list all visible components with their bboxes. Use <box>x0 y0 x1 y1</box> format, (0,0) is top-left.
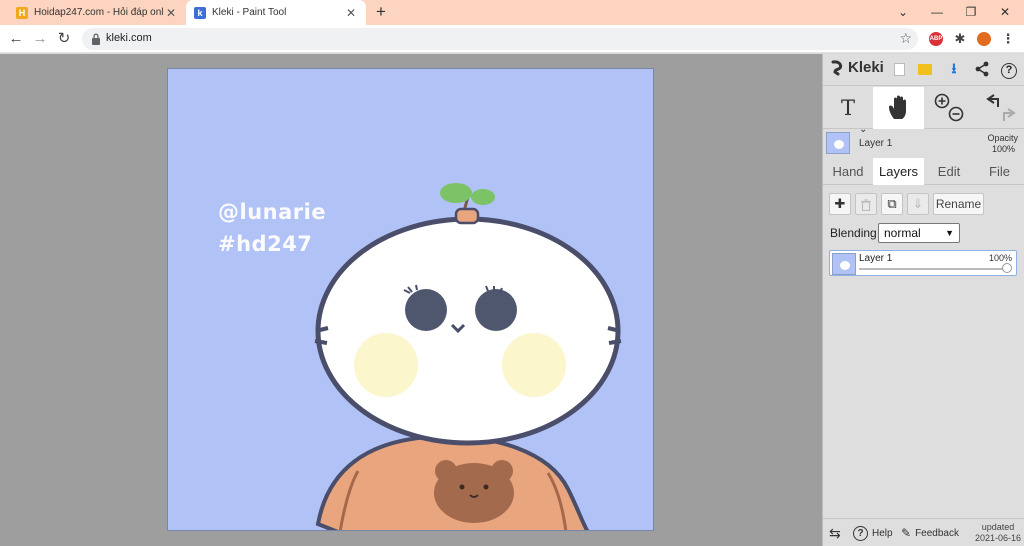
kleki-favicon-icon: k <box>194 6 206 19</box>
browser-tab-hoidap[interactable]: H Hoidap247.com - Hỏi đáp online ✕ <box>8 0 186 25</box>
layer-name: Layer 1 <box>859 253 893 264</box>
blending-label: Blending <box>830 226 877 240</box>
share-icon[interactable] <box>972 58 992 78</box>
tab-edit[interactable]: Edit <box>924 158 974 185</box>
download-icon[interactable]: ⭳ <box>944 58 964 78</box>
current-layer-name: Layer 1 <box>859 138 893 149</box>
text-tool-button[interactable]: T ⌄ <box>823 87 873 135</box>
browser-tab-strip: H Hoidap247.com - Hỏi đáp online ✕ k Kle… <box>0 0 1024 25</box>
bookmark-star-icon[interactable]: ☆ <box>899 30 912 47</box>
drawing-canvas[interactable]: @lunarie #hd247 <box>167 68 654 531</box>
back-arrow-icon[interactable]: ← <box>6 29 26 49</box>
updated-note[interactable]: updated 2021-06-16 <box>975 522 1021 544</box>
url-text: kleki.com <box>106 32 152 44</box>
tab-title: Kleki - Paint Tool <box>212 7 287 18</box>
merge-layer-button[interactable]: ⇓ <box>907 193 929 215</box>
layer-opacity-track[interactable] <box>859 268 1007 270</box>
layer-opacity-slider-handle[interactable] <box>1002 263 1012 273</box>
tab-hand[interactable]: Hand <box>823 158 873 185</box>
opacity-value: 100% <box>991 144 1015 154</box>
new-file-icon[interactable] <box>889 58 909 78</box>
layer-opacity-value: 100% <box>988 253 1012 263</box>
trash-icon <box>861 198 871 211</box>
blending-select[interactable]: normal ▼ <box>878 223 960 243</box>
kleki-logo[interactable]: Kleki <box>829 59 884 76</box>
adblock-icon[interactable]: ABP <box>929 32 943 46</box>
reload-icon[interactable]: ↻ <box>54 29 74 49</box>
profile-avatar[interactable] <box>977 32 991 46</box>
tool-row: T ⌄ <box>823 87 1024 135</box>
minimize-window-button[interactable]: — <box>920 0 954 25</box>
help-icon[interactable]: ? <box>999 58 1019 79</box>
browser-tab-kleki[interactable]: k Kleki - Paint Tool ✕ <box>186 0 366 25</box>
kleki-logo-icon <box>831 59 843 75</box>
blending-value: normal <box>884 226 921 240</box>
hand-tool-button[interactable] <box>873 87 924 129</box>
tab-layers[interactable]: Layers <box>873 158 924 185</box>
watermark-handle: @lunarie <box>218 200 327 224</box>
tab-title: Hoidap247.com - Hỏi đáp online <box>34 7 164 18</box>
puzzle-icon[interactable]: ✱ <box>953 32 967 46</box>
pencil-icon: ✎ <box>901 526 912 540</box>
rename-layer-button[interactable]: Rename <box>933 193 984 215</box>
duplicate-layer-button[interactable]: ⧉ <box>881 193 903 215</box>
updated-date: 2021-06-16 <box>974 533 1021 543</box>
feedback-label: Feedback <box>915 527 959 539</box>
close-tab-icon[interactable]: ✕ <box>344 6 358 20</box>
help-icon: ? <box>853 525 868 541</box>
chevron-down-icon: ▼ <box>945 228 954 238</box>
open-folder-icon[interactable] <box>915 58 935 78</box>
tool-panel: Kleki ⭳ ? T ⌄ Layer 1 Opacity 100% Hand … <box>822 54 1024 546</box>
help-label: Help <box>872 527 893 539</box>
add-layer-button[interactable]: ✚ <box>829 193 851 215</box>
feedback-button[interactable]: ✎ Feedback <box>901 519 959 546</box>
zoom-tool-button[interactable] <box>924 87 974 129</box>
zoom-in-out-icon <box>934 93 964 122</box>
layer-thumbnail <box>826 132 850 154</box>
close-window-button[interactable]: ✕ <box>988 0 1022 25</box>
swap-arrows-icon: ⇆ <box>829 524 841 541</box>
app-name: Kleki <box>848 59 884 76</box>
tab-file[interactable]: File <box>974 158 1024 185</box>
layer-thumbnail <box>832 253 856 275</box>
brand-row: Kleki ⭳ ? <box>823 54 1024 86</box>
updated-label: updated <box>981 522 1015 532</box>
panel-tabs: Hand Layers Edit File <box>823 158 1024 185</box>
undo-redo-icon <box>985 94 1016 121</box>
hoidap-favicon-icon: H <box>16 6 28 19</box>
new-tab-button[interactable]: + <box>372 3 390 21</box>
watermark-tag: #hd247 <box>218 232 313 256</box>
current-layer-header: Layer 1 Opacity 100% <box>823 130 1024 157</box>
opacity-label: Opacity <box>987 133 1018 143</box>
hand-icon <box>888 95 906 119</box>
tab-search-icon[interactable]: ⌄ <box>886 0 920 25</box>
address-bar[interactable]: kleki.com ☆ <box>82 28 918 50</box>
canvas-workspace[interactable]: @lunarie #hd247 <box>0 54 822 546</box>
forward-arrow-icon[interactable]: → <box>30 29 50 49</box>
swap-side-button[interactable]: ⇆ <box>829 519 841 546</box>
menu-kebab-icon[interactable]: ⋮ <box>1001 32 1015 46</box>
panel-footer: ⇆ ? Help ✎ Feedback updated 2021-06-16 <box>823 518 1024 546</box>
delete-layer-button[interactable] <box>855 193 877 215</box>
restore-window-button[interactable]: ❐ <box>954 0 988 25</box>
help-button[interactable]: ? Help <box>853 519 893 546</box>
layer-list-item[interactable]: Layer 1 100% <box>829 250 1017 276</box>
artwork-illustration <box>314 183 622 530</box>
undo-redo-button[interactable] <box>974 87 1024 129</box>
browser-toolbar: ← → ↻ kleki.com ☆ ABP ✱ ⋮ <box>0 25 1024 53</box>
close-tab-icon[interactable]: ✕ <box>164 6 178 20</box>
lock-icon <box>92 33 100 45</box>
